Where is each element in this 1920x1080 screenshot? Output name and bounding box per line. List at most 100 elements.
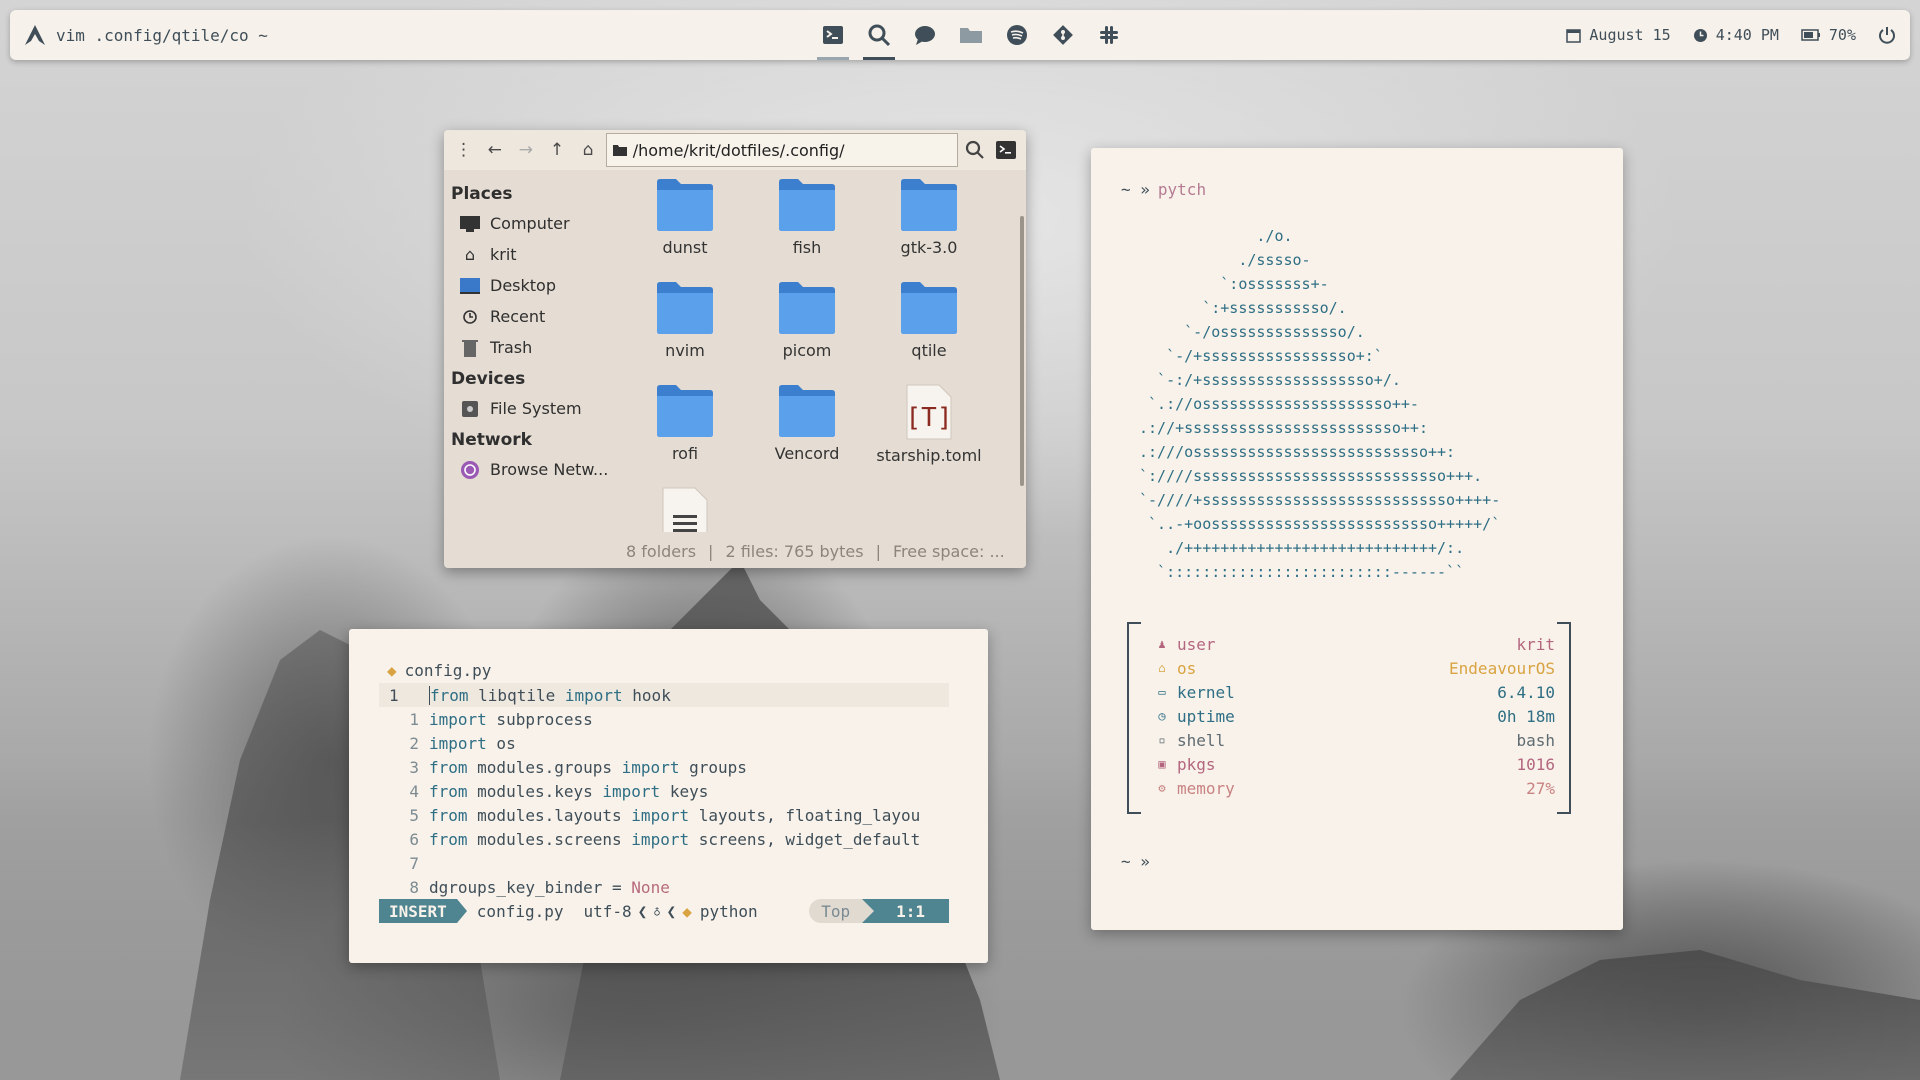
code-token: groups	[679, 757, 747, 777]
folder-icon	[960, 28, 982, 43]
code-line[interactable]: 8 dgroups_key_binder = None	[379, 875, 949, 899]
home-button[interactable]: ⌂	[575, 135, 602, 165]
line-number: 2	[409, 733, 419, 753]
keyword-token: from	[429, 781, 468, 801]
folder-icon	[612, 145, 627, 156]
terminal-prompt-line: ~ » pytch	[1121, 180, 1206, 199]
folder-item[interactable]: nvim	[624, 281, 746, 384]
arrow-right-icon: →	[518, 140, 533, 160]
open-terminal-button[interactable]	[993, 135, 1020, 165]
vim-window[interactable]: ◆ config.py 1 from libqtile import hook 1 i…	[349, 629, 988, 963]
keyword-token: import	[621, 757, 680, 777]
terminal-window[interactable]: ~ » pytch ./o. ./sssso- `:osssssss+- `:+…	[1091, 148, 1623, 930]
folder-item[interactable]: gtk-3.0	[868, 178, 990, 281]
up-button[interactable]: ↑	[543, 135, 570, 165]
code-line[interactable]: 1 import subprocess	[379, 707, 949, 731]
workspace-search[interactable]	[856, 10, 902, 60]
info-key: user	[1177, 634, 1216, 654]
sidebar-item-label: krit	[490, 245, 517, 264]
info-value: 1016	[1516, 754, 1555, 774]
line-number: 5	[409, 805, 419, 825]
line-number: 6	[409, 829, 419, 849]
folder-icon	[901, 282, 957, 334]
code-token: dgroups_key_binder =	[429, 877, 632, 897]
sidebar-item-krit[interactable]: ⌂ krit	[444, 239, 614, 270]
svg-text:[T]: [T]	[906, 403, 953, 433]
code-line[interactable]: 4 from modules.keys import keys	[379, 779, 949, 803]
kernel-icon: ▭	[1158, 685, 1166, 699]
sidebar-item-filesystem[interactable]: File System	[444, 393, 614, 424]
back-button[interactable]: ←	[481, 135, 508, 165]
sidebar-item-recent[interactable]: Recent	[444, 301, 614, 332]
date-widget[interactable]: August 15	[1566, 26, 1671, 44]
top-bar: vim .config/qtile/co ~ August 15 4:40 PM…	[10, 10, 1910, 60]
sidebar-item-trash[interactable]: Trash	[444, 332, 614, 363]
file-name: Vencord	[774, 444, 840, 463]
location-bar[interactable]: /home/krit/dotfiles/.config/	[605, 133, 958, 167]
workspace-switcher	[810, 10, 1132, 60]
folder-item[interactable]: fish	[746, 178, 868, 281]
folder-item[interactable]: dunst	[624, 178, 746, 281]
workspace-terminal[interactable]	[810, 10, 856, 60]
desktop-icon	[460, 277, 480, 294]
file-name: rofi	[671, 444, 699, 463]
file-name: dunst	[662, 238, 708, 257]
scrollbar[interactable]	[1020, 216, 1024, 486]
text-file-icon: [T]	[906, 384, 953, 440]
arch-logo-icon[interactable]	[24, 24, 46, 46]
chat-icon	[915, 26, 935, 45]
code-token: modules.groups	[467, 757, 622, 777]
code-line[interactable]: 1 from libqtile import hook	[379, 683, 949, 707]
workspace-slack[interactable]	[1086, 10, 1132, 60]
code-line[interactable]: 6 from modules.screens import screens, wi…	[379, 827, 949, 851]
file-item[interactable]: [T] starship.toml	[868, 384, 990, 487]
clock-widget[interactable]: 4:40 PM	[1693, 26, 1779, 44]
status-filetype: python	[699, 901, 758, 921]
vim-buffer[interactable]: 1 from libqtile import hook 1 import subpro…	[379, 683, 949, 899]
file-name: picom	[782, 341, 832, 360]
workspace-chat[interactable]	[902, 10, 948, 60]
sidebar-item-network[interactable]: Browse Netw...	[444, 454, 614, 485]
file-manager-body: Places Computer ⌂ krit Desktop Recent Tr…	[444, 170, 1026, 568]
sidebar-item-desktop[interactable]: Desktop	[444, 270, 614, 301]
code-token: modules.screens	[467, 829, 632, 849]
file-name: gtk-3.0	[900, 238, 958, 257]
info-value: EndeavourOS	[1449, 658, 1555, 678]
folder-item[interactable]: Vencord	[746, 384, 868, 487]
search-button[interactable]	[962, 135, 989, 165]
search-icon	[868, 24, 891, 47]
keyword-token: import	[602, 781, 661, 801]
menu-button[interactable]: ⋮	[450, 135, 477, 165]
status-bar: 8 folders | 2 files: 765 bytes | Free sp…	[614, 534, 1008, 568]
forward-button[interactable]: →	[512, 135, 539, 165]
sidebar-item-computer[interactable]: Computer	[444, 208, 614, 239]
code-text: import subprocess	[429, 710, 593, 729]
folder-item[interactable]: qtile	[868, 281, 990, 384]
folder-item[interactable]: picom	[746, 281, 868, 384]
keyword-token: from	[429, 805, 468, 825]
keyword-token: import	[631, 805, 690, 825]
info-row-user: ♟ user krit	[1147, 632, 1555, 656]
info-key: shell	[1177, 730, 1226, 750]
file-item[interactable]	[624, 487, 746, 532]
code-line[interactable]: 7	[379, 851, 949, 875]
workspace-files[interactable]	[948, 10, 994, 60]
search-icon	[966, 140, 985, 159]
code-line[interactable]: 3 from modules.groups import groups	[379, 755, 949, 779]
sidebar-item-label: Trash	[490, 338, 533, 357]
workspace-music[interactable]	[994, 10, 1040, 60]
spotify-icon	[1007, 25, 1027, 45]
separator-chevron-icon: ❮	[637, 901, 648, 921]
devices-header: Devices	[451, 369, 526, 389]
terminal-prompt-line[interactable]: ~ »	[1121, 852, 1150, 871]
vim-tabline: ◆ config.py	[387, 661, 491, 680]
battery-widget[interactable]: 70%	[1801, 26, 1856, 44]
code-line[interactable]: 5 from modules.layouts import layouts, fl…	[379, 803, 949, 827]
code-line[interactable]: 2 import os	[379, 731, 949, 755]
info-row-pkgs: ▣ pkgs 1016	[1147, 752, 1555, 776]
power-icon[interactable]	[1878, 26, 1896, 44]
folder-icon	[657, 385, 713, 437]
folder-item[interactable]: rofi	[624, 384, 746, 487]
workspace-git[interactable]	[1040, 10, 1086, 60]
trash-icon	[462, 339, 478, 357]
